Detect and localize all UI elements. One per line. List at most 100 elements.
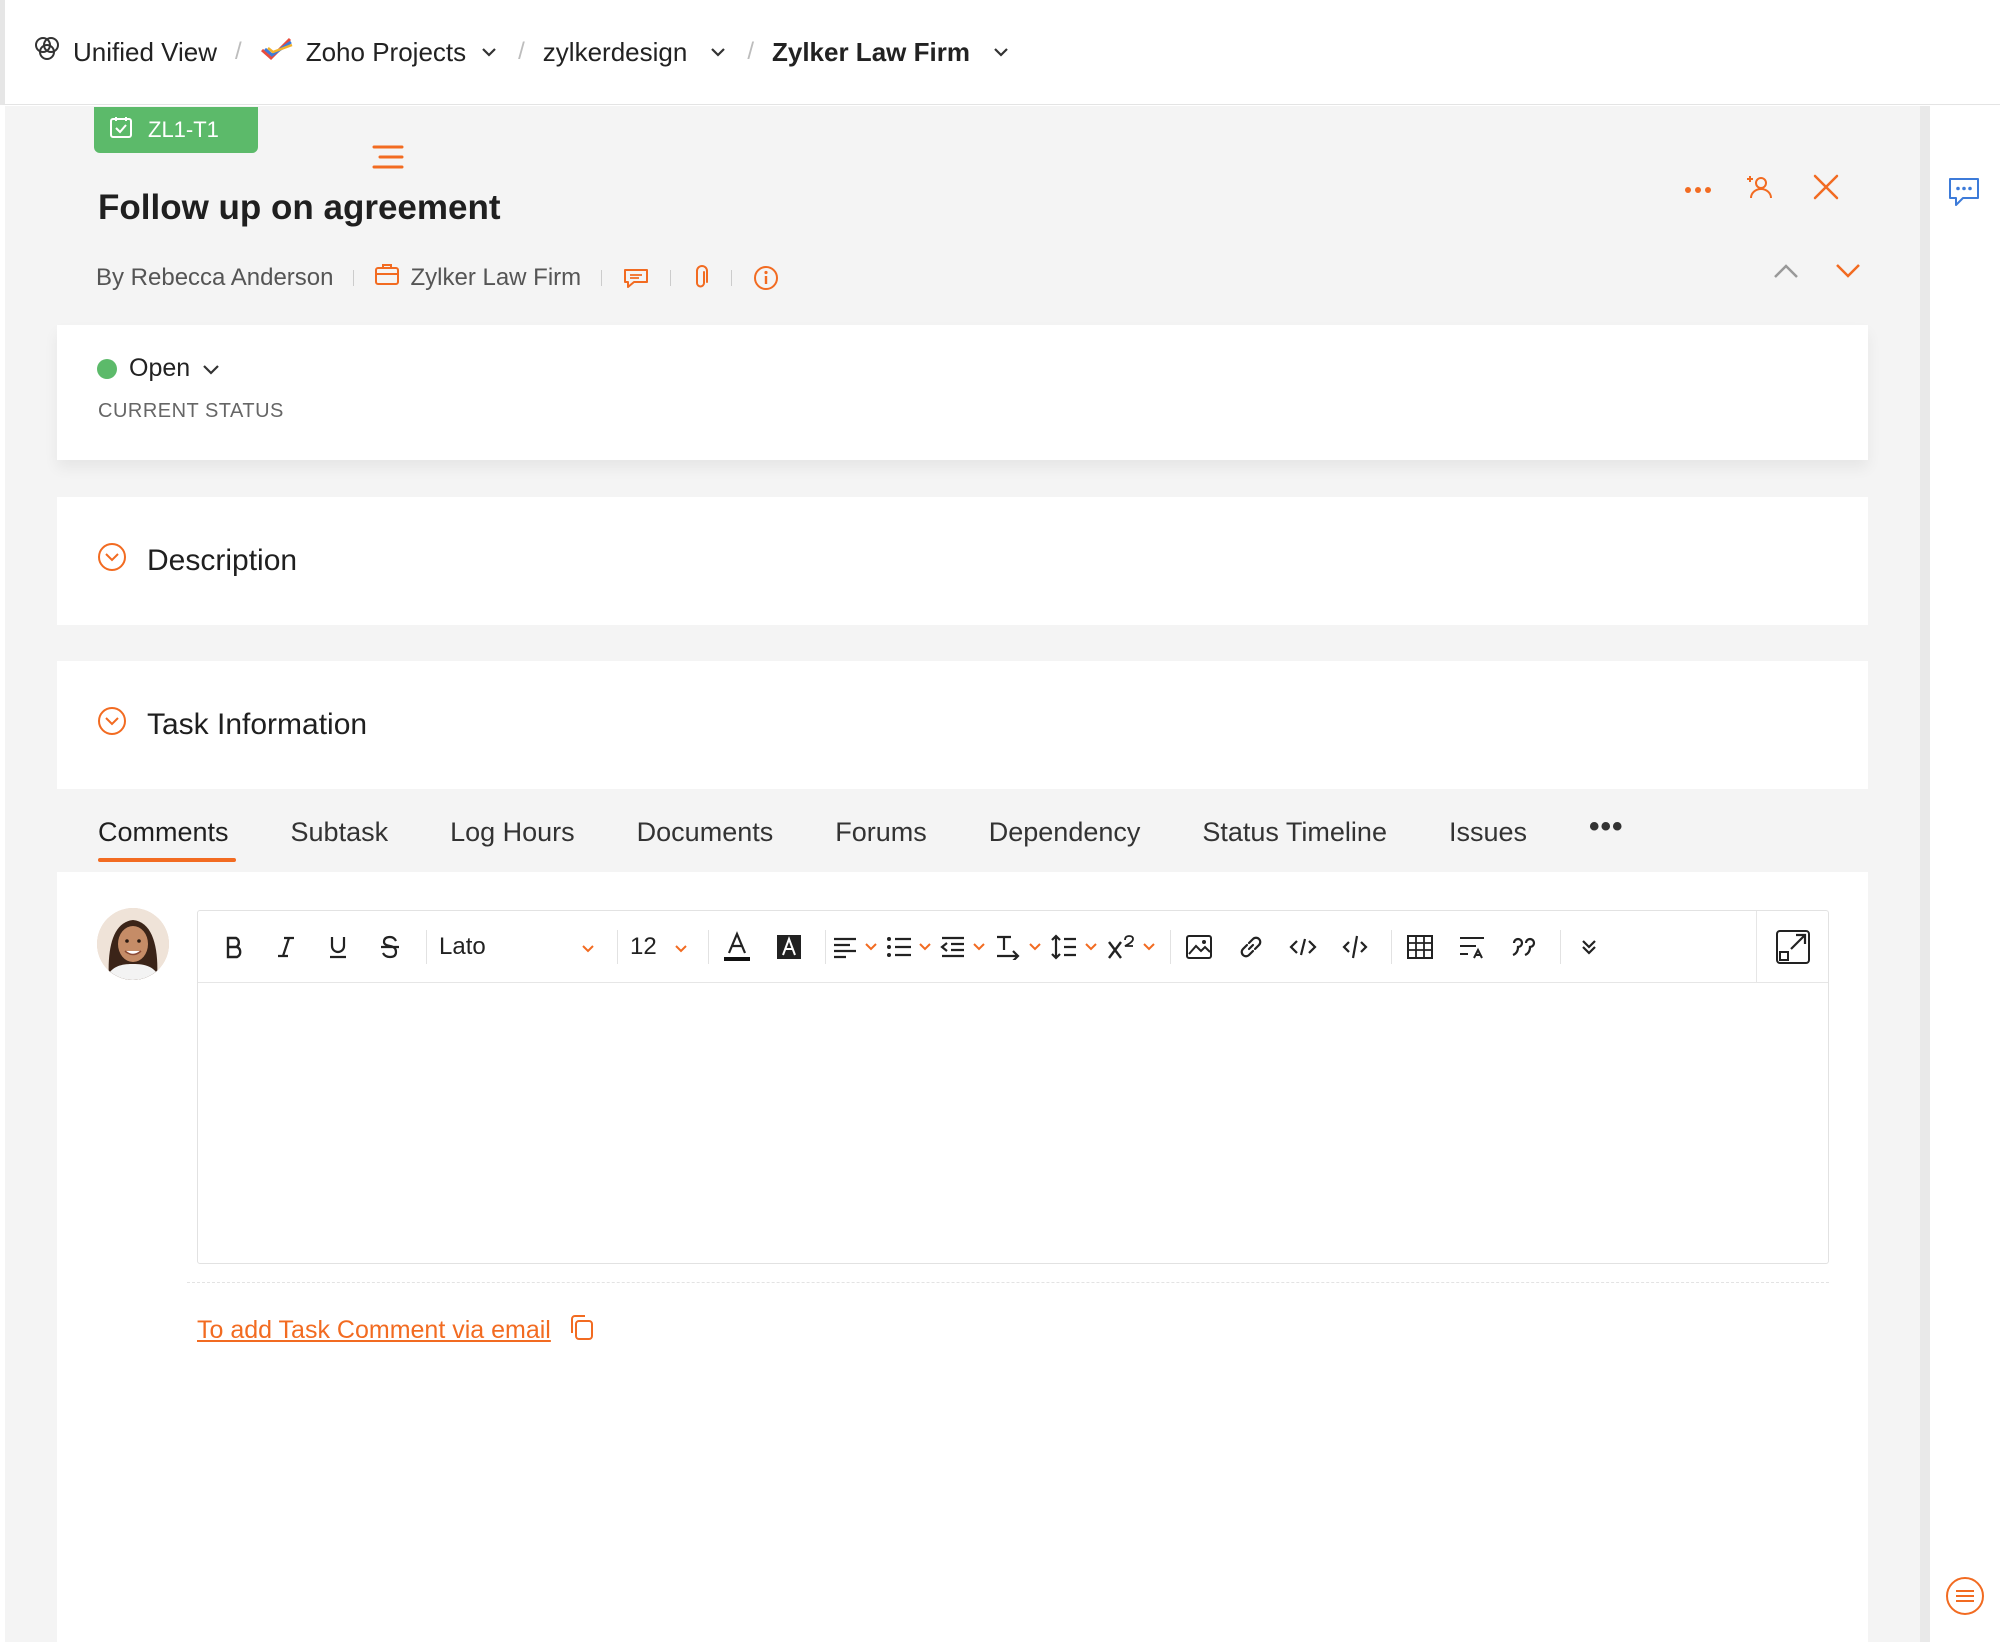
feedback-chat-icon[interactable] [1947,176,1981,213]
status-value: Open [129,354,191,382]
font-size-select[interactable]: 12 [624,925,694,969]
strikethrough-icon[interactable] [368,925,412,969]
tab-documents[interactable]: Documents [637,790,774,862]
task-tabs: Comments Subtask Log Hours Documents For… [57,790,1868,872]
task-title[interactable]: Follow up on agreement [98,188,501,228]
collapse-toggle-icon[interactable] [97,706,127,744]
tab-subtask[interactable]: Subtask [291,790,389,862]
tab-comments[interactable]: Comments [98,790,236,862]
avatar [97,908,169,980]
tab-status-timeline[interactable]: Status Timeline [1202,790,1387,862]
close-icon[interactable] [1812,173,1840,206]
italic-icon[interactable] [264,925,308,969]
indent-icon[interactable] [940,925,986,969]
divider [617,929,618,964]
status-card: Open CURRENT STATUS [57,325,1868,460]
code-icon[interactable] [1281,925,1325,969]
line-height-icon[interactable] [1050,925,1098,969]
zoho-projects-check-icon [260,36,294,69]
task-id-label: ZL1-T1 [148,117,219,142]
task-header-actions [1684,172,1840,207]
text-direction-icon[interactable] [994,925,1042,969]
tab-forums[interactable]: Forums [835,790,927,862]
task-author: By Rebecca Anderson [96,263,334,291]
breadcrumb-label: Zoho Projects [305,36,467,67]
chevron-down-icon [202,354,220,383]
section-title: Description [147,544,298,577]
breadcrumb-zylker-law-firm[interactable]: Zylker Law Firm [772,37,1012,68]
status-dropdown[interactable]: Open [97,354,220,383]
bullet-list-icon[interactable] [886,925,932,969]
divider [708,929,709,964]
breadcrumb-label: zylkerdesign [542,36,688,67]
unified-view-icon [33,35,61,70]
scrollbar[interactable] [1920,106,1930,1642]
align-icon[interactable] [832,925,878,969]
chevron-down-icon [707,41,729,63]
divider [426,929,427,964]
email-comment-link[interactable]: To add Task Comment via email [197,1314,595,1347]
task-information-section[interactable]: Task Information [57,661,1868,789]
previous-task-icon[interactable] [1772,262,1800,285]
bold-icon[interactable] [212,925,256,969]
editor-body[interactable] [198,983,1828,1263]
collapse-toggle-icon[interactable] [97,542,127,580]
description-section[interactable]: Description [57,497,1868,625]
email-comment-link-label[interactable]: To add Task Comment via email [197,1316,551,1345]
tab-log-hours[interactable]: Log Hours [450,790,575,862]
comment-panel: Lato 12 To add Task Comment via email [57,872,1868,1642]
tab-dependency[interactable]: Dependency [989,790,1141,862]
task-project[interactable]: Zylker Law Firm [374,262,581,293]
breadcrumb-label: Zylker Law Firm [771,36,970,67]
divider [601,269,603,286]
next-task-icon[interactable] [1834,262,1862,285]
divider [1170,929,1171,964]
breadcrumb: Unified View / Zoho Projects / zylkerdes… [0,0,2000,105]
more-tools-icon[interactable] [1567,925,1611,969]
font-size-value: 12 [630,932,657,960]
more-options-icon[interactable] [1684,181,1712,199]
right-sidebar [1930,106,2000,1642]
status-label: CURRENT STATUS [98,400,284,422]
insert-image-icon[interactable] [1177,925,1221,969]
divider [187,1282,1829,1283]
section-title: Task Information [147,708,368,741]
breadcrumb-zylkerdesign[interactable]: zylkerdesign [543,37,730,68]
task-navigation [1772,262,1862,285]
task-id-badge[interactable]: ZL1-T1 [94,107,258,153]
comment-editor[interactable]: Lato 12 [197,910,1829,1264]
breadcrumb-separator: / [518,38,525,65]
code-snippet-icon[interactable] [1333,925,1377,969]
info-icon[interactable] [752,264,780,292]
tab-issues[interactable]: Issues [1449,790,1527,862]
divider [825,929,826,964]
divider [1560,929,1561,964]
expand-editor-icon[interactable] [1756,911,1828,983]
breadcrumb-unified-view[interactable]: Unified View [33,35,217,70]
divider [731,269,733,286]
hamburger-menu-icon[interactable] [370,143,406,178]
tabs-more-icon[interactable]: ••• [1589,790,1624,844]
format-text-icon[interactable] [1450,925,1494,969]
background-color-icon[interactable] [767,925,811,969]
superscript-icon[interactable] [1106,925,1156,969]
text-color-icon[interactable] [715,925,759,969]
copy-icon[interactable] [569,1314,595,1347]
divider [353,269,355,286]
menu-circle-icon[interactable] [1945,1576,1985,1621]
insert-link-icon[interactable] [1229,925,1273,969]
chevron-down-icon [581,933,595,961]
briefcase-icon [374,262,400,293]
breadcrumb-zoho-projects[interactable]: Zoho Projects [260,36,500,69]
chevron-down-icon [674,933,688,961]
insert-table-icon[interactable] [1398,925,1442,969]
attachment-icon[interactable] [691,264,711,291]
comment-icon[interactable] [622,266,650,290]
follow-user-icon[interactable] [1746,172,1776,207]
font-family-select[interactable]: Lato [433,925,603,969]
blockquote-icon[interactable] [1502,925,1546,969]
task-icon [108,114,134,146]
breadcrumb-separator: / [235,38,242,65]
underline-icon[interactable] [316,925,360,969]
status-dot-icon [97,358,117,379]
